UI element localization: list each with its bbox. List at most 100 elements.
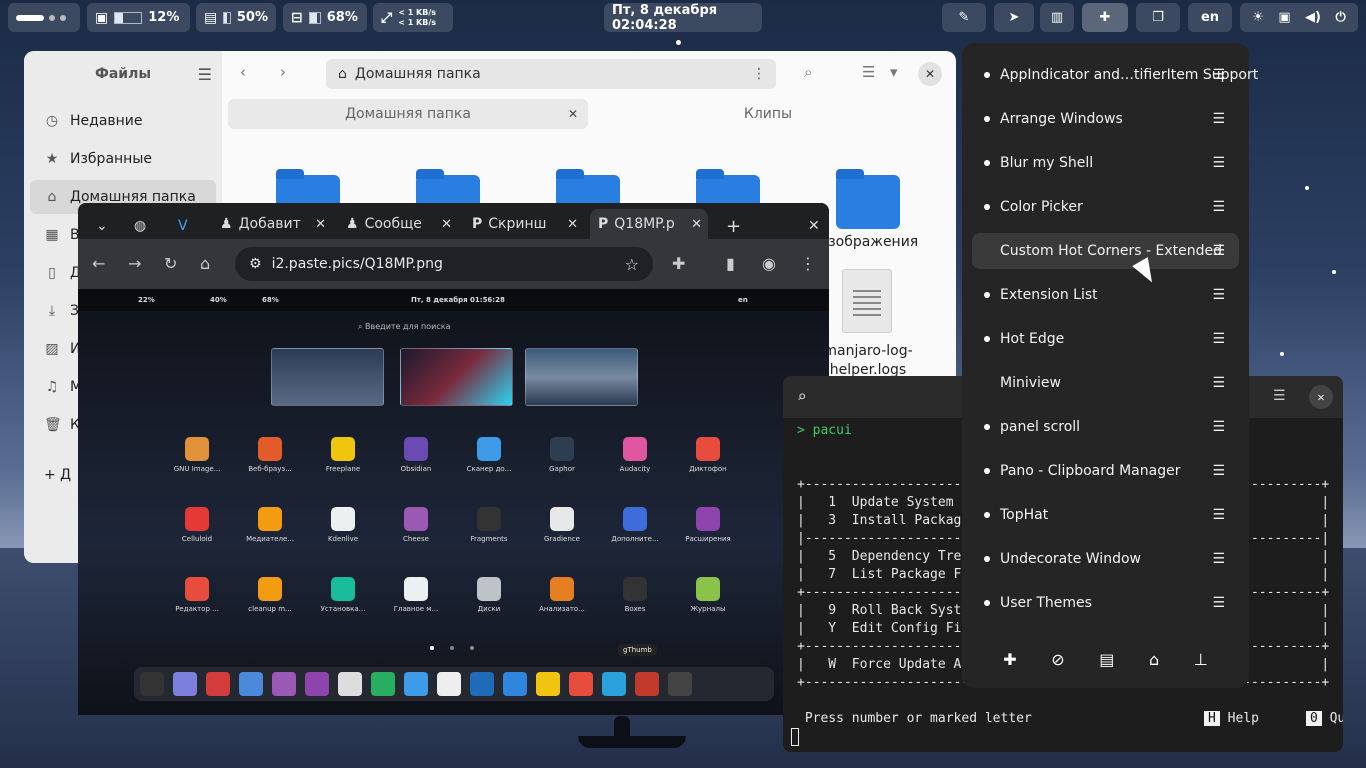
clipboard-indicator[interactable]: ▥	[1040, 3, 1074, 32]
extension-menu-icon[interactable]: ☰	[1212, 111, 1225, 127]
chevron-down-icon[interactable]: ▾	[890, 63, 898, 81]
extension-menu-icon[interactable]: ☰	[1212, 155, 1225, 171]
home-icon[interactable]: ⌂	[200, 254, 210, 273]
memory-monitor[interactable]: ▤ 50%	[196, 3, 276, 32]
extensions-puzzle-icon[interactable]: ✚	[672, 254, 685, 273]
extension-menu-icon[interactable]: ☰	[1212, 287, 1225, 303]
more-vertical-icon[interactable]: ⋮	[800, 254, 816, 273]
close-icon[interactable]: ✕	[568, 107, 578, 121]
pictures-folder-icon[interactable]	[836, 169, 900, 229]
back-arrow-icon[interactable]: ←	[92, 254, 105, 273]
extension-menu-icon[interactable]: ☰	[1212, 551, 1225, 567]
new-tab-button[interactable]: +	[718, 211, 749, 241]
app-grid-item[interactable]: Сканер до...	[459, 437, 519, 473]
address-bar[interactable]: ⚙ i2.paste.pics/Q18MP.png ☆	[235, 247, 653, 281]
app-grid-item[interactable]: Fragments	[459, 507, 519, 543]
sidebar-item-starred[interactable]: ★ Избранные	[30, 142, 216, 176]
search-icon[interactable]: ⌕	[804, 63, 812, 81]
extension-menu-icon[interactable]: ☰	[1212, 243, 1225, 259]
extension-menu-icon[interactable]: ☰	[1212, 463, 1225, 479]
extension-item[interactable]: AppIndicator and…tifierItem Support ☰	[972, 57, 1258, 93]
app-grid-item[interactable]: Установка...	[313, 577, 373, 613]
app-grid-item[interactable]: Диктофон	[678, 437, 738, 473]
app-grid-item[interactable]: Celluloid	[167, 507, 227, 543]
window-close-button[interactable]: ✕	[800, 211, 828, 241]
app-grid-item[interactable]: Редактор ...	[167, 577, 227, 613]
clock[interactable]: Пт, 8 декабря 02:04:28	[604, 3, 762, 33]
app-grid-item[interactable]: Журналы	[678, 577, 738, 613]
browser-tab[interactable]: P Скринш ✕	[464, 209, 584, 239]
app-grid-item[interactable]: Audacity	[605, 437, 665, 473]
app-grid-item[interactable]: Obsidian	[386, 437, 446, 473]
forward-arrow-icon[interactable]: ›	[280, 63, 286, 81]
hamburger-menu-icon[interactable]: ☰	[1273, 388, 1286, 404]
extension-menu-icon[interactable]: ☰	[1212, 375, 1225, 391]
app-grid-item[interactable]: Расширения	[678, 507, 738, 543]
color-picker-indicator[interactable]: ✎	[942, 3, 986, 32]
extension-item[interactable]: Pano - Clipboard Manager ☰	[972, 453, 1239, 489]
extension-menu-icon[interactable]: ☰	[1212, 331, 1225, 347]
tab-search-button[interactable]: ⌄	[88, 211, 116, 241]
list-view-icon[interactable]: ☰	[862, 63, 875, 81]
extension-menu-icon[interactable]: ☰	[1212, 595, 1225, 611]
app-grid-item[interactable]: GNU Image...	[167, 437, 227, 473]
search-icon[interactable]: ⌕	[797, 387, 807, 406]
app-grid-item[interactable]: Веб-брауз...	[240, 437, 300, 473]
pinned-tab[interactable]: ◍	[126, 211, 154, 241]
cpu-monitor[interactable]: ▣ 12%	[87, 3, 190, 32]
app-grid-item[interactable]: Главное м...	[386, 577, 446, 613]
app-grid-item[interactable]: Анализато...	[532, 577, 592, 613]
extension-item[interactable]: Blur my Shell ☰	[972, 145, 1239, 181]
network-monitor[interactable]: ⤢ < 1 KB/s < 1 KB/s	[373, 3, 453, 32]
side-panel-icon[interactable]: ▮	[726, 254, 735, 273]
extension-item[interactable]: Color Picker ☰	[972, 189, 1239, 225]
extension-menu-icon[interactable]: ☰	[1212, 419, 1225, 435]
tab-home[interactable]: Домашняя папка ✕	[228, 99, 588, 129]
browser-tab[interactable]: ♟ Добавит ✕	[212, 209, 332, 239]
trash-icon[interactable]: ▤	[1099, 650, 1114, 669]
star-icon[interactable]: ☆	[625, 255, 639, 274]
app-grid-item[interactable]: Boxes	[605, 577, 665, 613]
app-grid-item[interactable]: Cheese	[386, 507, 446, 543]
extension-item[interactable]: Custom Hot Corners - Extended ☰	[972, 233, 1239, 269]
app-grid-item[interactable]: Дополните...	[605, 507, 665, 543]
extension-item[interactable]: User Themes ☰	[972, 585, 1239, 621]
path-bar[interactable]: ⌂ Домашняя папка ⋮	[326, 59, 776, 89]
extension-menu-icon[interactable]: ☰	[1212, 507, 1225, 523]
close-icon[interactable]: ✕	[1309, 385, 1333, 409]
keyboard-layout[interactable]: en	[1188, 3, 1232, 32]
app-grid-item[interactable]: cleanup m...	[240, 577, 300, 613]
close-icon[interactable]: ✕	[441, 217, 452, 232]
app-grid-item[interactable]: Медиателе...	[240, 507, 300, 543]
tab-clips[interactable]: Клипы	[588, 99, 948, 129]
extension-menu-icon[interactable]: ☰	[1212, 67, 1225, 83]
more-vertical-icon[interactable]: ⋮	[752, 66, 766, 82]
close-icon[interactable]: ✕	[315, 217, 326, 232]
browser-tab[interactable]: ♟ Сообще ✕	[338, 209, 458, 239]
app-grid-item[interactable]: Gaphor	[532, 437, 592, 473]
eye-off-icon[interactable]: ⊘	[1051, 650, 1064, 669]
pinned-tab[interactable]: V	[170, 211, 196, 241]
extension-item[interactable]: Undecorate Window ☰	[972, 541, 1239, 577]
close-icon[interactable]: ✕	[918, 62, 942, 86]
close-icon[interactable]: ✕	[691, 217, 702, 232]
extension-item[interactable]: Arrange Windows ☰	[972, 101, 1239, 137]
app-grid-item[interactable]: Kdenlive	[313, 507, 373, 543]
profile-avatar[interactable]: ◉	[762, 254, 776, 273]
extension-item[interactable]: Extension List ☰	[972, 277, 1239, 313]
site-info-icon[interactable]: ⚙	[249, 256, 262, 272]
back-arrow-icon[interactable]: ‹	[240, 63, 246, 81]
disk-monitor[interactable]: ⊟ 68%	[283, 3, 367, 32]
close-icon[interactable]: ✕	[567, 217, 578, 232]
forward-arrow-icon[interactable]: →	[128, 254, 141, 273]
app-grid-item[interactable]: Диски	[459, 577, 519, 613]
extension-item[interactable]: Hot Edge ☰	[972, 321, 1239, 357]
extension-item[interactable]: panel scroll ☰	[972, 409, 1239, 445]
log-file-icon[interactable]	[842, 269, 892, 333]
sidebar-item-recent[interactable]: ◷ Недавние	[30, 104, 216, 138]
extension-item[interactable]: Miniview ☰	[972, 365, 1239, 401]
app-grid-item[interactable]: Gradience	[532, 507, 592, 543]
home-icon[interactable]: ⌂	[1149, 650, 1159, 669]
pin-icon[interactable]: ⊥	[1194, 650, 1208, 669]
hamburger-menu-icon[interactable]: ☰	[198, 65, 212, 84]
